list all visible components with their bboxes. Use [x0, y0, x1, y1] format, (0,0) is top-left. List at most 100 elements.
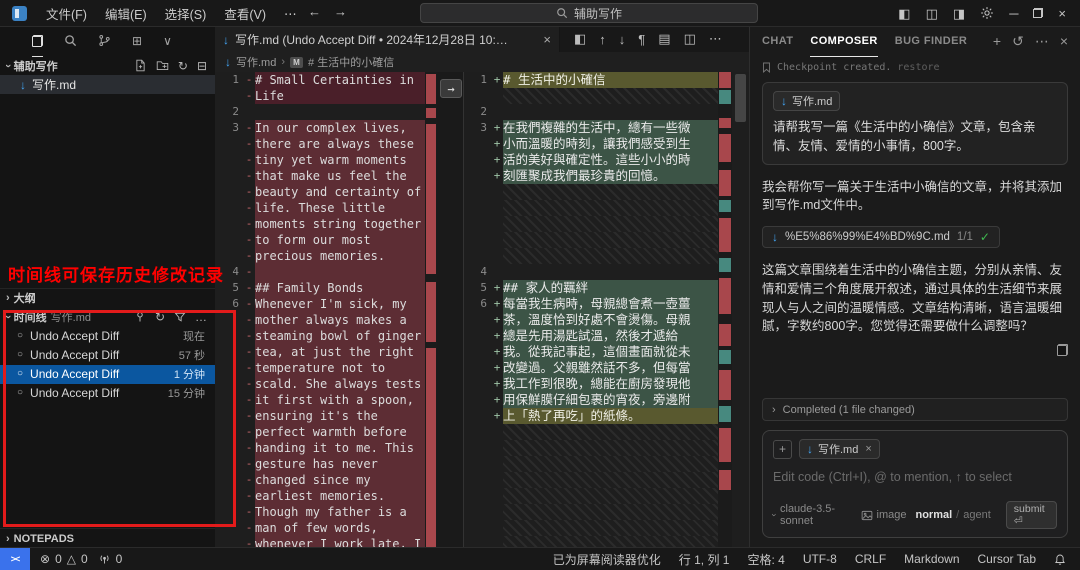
source-control-icon[interactable]: [98, 26, 111, 57]
line-text: tea, at just the right: [255, 344, 425, 360]
context-file-chip[interactable]: ↓ 写作.md: [773, 91, 841, 111]
outline-section-header[interactable]: › 大纲: [0, 287, 215, 308]
line-number: [463, 184, 491, 200]
next-change-icon[interactable]: ↓: [619, 32, 626, 47]
notepads-section-header[interactable]: › NOTEPADS: [0, 528, 215, 548]
context-file-chip[interactable]: ↓ 写作.md ×: [799, 439, 880, 459]
new-file-icon[interactable]: [134, 59, 147, 72]
close-panel-icon[interactable]: ×: [1060, 33, 1068, 49]
timeline-section-header[interactable]: › 时间线 写作.md ↻ …: [0, 308, 215, 327]
search-activity-icon[interactable]: [64, 26, 77, 57]
history-icon[interactable]: ↺: [1012, 33, 1024, 50]
editor-tab-diff[interactable]: ↓ 写作.md (Undo Accept Diff • 2024年12月28日 …: [215, 26, 560, 52]
diff-marker: -: [245, 169, 253, 182]
completed-status-bar[interactable]: › Completed (1 file changed): [762, 398, 1068, 421]
menu-item[interactable]: 选择(S): [156, 0, 216, 26]
menu-item[interactable]: 查看(V): [215, 0, 275, 26]
menu-item[interactable]: 文件(F): [37, 0, 96, 26]
status-item[interactable]: UTF-8: [803, 552, 837, 566]
bell-icon[interactable]: [1054, 553, 1066, 566]
new-folder-icon[interactable]: [156, 59, 169, 72]
tab-chat[interactable]: CHAT: [762, 26, 793, 57]
ports-status[interactable]: 0: [98, 552, 122, 566]
more-actions-icon[interactable]: ⋯: [1035, 33, 1049, 50]
timeline-item[interactable]: ○ Undo Accept Diff 15 分钟: [0, 384, 215, 403]
ruler-mark-deleted: [426, 108, 436, 118]
ruler-mark-deleted: [719, 428, 731, 462]
composer-placeholder[interactable]: Edit code (Ctrl+I), @ to mention, ↑ to s…: [773, 470, 1057, 484]
file-item-selected[interactable]: ↓ 写作.md: [0, 75, 215, 94]
more-actions-icon[interactable]: …: [195, 310, 207, 324]
scrollbar-thumb[interactable]: [735, 74, 746, 122]
pin-icon[interactable]: [134, 311, 146, 323]
nav-forward-icon[interactable]: →: [334, 4, 347, 19]
line-text: [503, 104, 718, 120]
remote-indicator[interactable]: ><: [0, 548, 30, 570]
edited-file-pill[interactable]: ↓ %E5%86%99%E4%BD%9C.md 1/1 ✓: [762, 226, 1000, 248]
diff-marker: -: [245, 297, 253, 310]
collapse-all-icon[interactable]: ⊟: [197, 59, 207, 73]
mode-toggle[interactable]: normal / agent: [915, 509, 990, 521]
tab-bug-finder[interactable]: BUG FINDER: [895, 26, 967, 57]
model-selector[interactable]: › claude-3.5-sonnet: [770, 503, 852, 527]
new-chat-icon[interactable]: +: [993, 33, 1001, 49]
diff-row: - scald. She always tests: [215, 376, 425, 392]
composer-input-box[interactable]: + ↓ 写作.md × Edit code (Ctrl+I), @ to men…: [762, 430, 1068, 538]
submit-button[interactable]: submit ⏎: [1005, 501, 1057, 529]
toggle-sidebar-left-icon[interactable]: ◧: [898, 7, 910, 20]
line-text: 每當我生病時，母親總會煮一壺薑: [503, 296, 718, 312]
timeline-item[interactable]: ○ Undo Accept Diff 57 秒: [0, 346, 215, 365]
mode-normal[interactable]: normal: [915, 509, 952, 521]
status-item[interactable]: Markdown: [904, 552, 959, 566]
status-item[interactable]: Cursor Tab: [978, 552, 1036, 566]
close-window-button[interactable]: ×: [1058, 7, 1066, 20]
timeline-item[interactable]: ○ Undo Accept Diff 1 分钟: [0, 364, 215, 384]
mode-agent[interactable]: agent: [963, 509, 991, 521]
previous-change-icon[interactable]: ↑: [599, 32, 606, 47]
more-views-chevron-icon[interactable]: ∨: [163, 26, 172, 57]
timeline-section-label: 时间线: [13, 312, 47, 325]
chip-label: 写作.md: [792, 96, 833, 108]
breadcrumb-symbol[interactable]: # 生活中的小確信: [308, 54, 394, 70]
open-preview-icon[interactable]: ▤: [658, 31, 670, 47]
close-tab-icon[interactable]: ×: [543, 32, 551, 47]
inline-view-toggle-icon[interactable]: ◧: [574, 31, 586, 47]
whitespace-toggle-icon[interactable]: ¶: [638, 32, 645, 47]
tab-composer[interactable]: COMPOSER: [810, 26, 878, 57]
attach-image-button[interactable]: image: [861, 509, 906, 521]
gear-icon[interactable]: [980, 6, 994, 20]
breadcrumb-file[interactable]: 写作.md: [236, 54, 276, 70]
extensions-icon[interactable]: ⊞: [132, 26, 142, 57]
explorer-section-header[interactable]: › 辅助写作 ↻ ⊟: [0, 56, 215, 75]
copy-icon[interactable]: [1057, 344, 1068, 356]
command-center-search[interactable]: 辅助写作: [420, 3, 758, 23]
more-actions-icon[interactable]: ⋯: [709, 31, 722, 47]
menu-item[interactable]: ⋯: [275, 0, 306, 26]
explorer-activity-icon[interactable]: [32, 26, 43, 57]
restore-button[interactable]: [1033, 8, 1044, 18]
status-item[interactable]: 已为屏幕阅读器优化: [553, 551, 661, 568]
status-item[interactable]: CRLF: [855, 552, 886, 566]
nav-back-icon[interactable]: ←: [308, 4, 321, 19]
check-icon: ✓: [979, 230, 990, 244]
revert-change-button[interactable]: →: [440, 79, 462, 98]
diff-row: 5- ## Family Bonds: [215, 280, 425, 296]
toggle-sidebar-right-icon[interactable]: ◨: [953, 7, 965, 20]
line-number: [463, 376, 491, 392]
toggle-panel-icon[interactable]: ◫: [926, 7, 938, 20]
split-editor-icon[interactable]: ◫: [684, 31, 696, 47]
status-item[interactable]: 行 1, 列 1: [679, 551, 730, 568]
add-context-button[interactable]: +: [773, 439, 792, 459]
timeline-item[interactable]: ○ Undo Accept Diff 现在: [0, 327, 215, 346]
refresh-icon[interactable]: ↻: [178, 59, 188, 73]
problems-status[interactable]: ⊗ 0 △ 0: [40, 552, 88, 566]
checkpoint-restore-link[interactable]: restore: [897, 62, 939, 73]
menu-item[interactable]: 编辑(E): [96, 0, 156, 26]
diff-row: - it first with a spoon,: [215, 392, 425, 408]
minimize-button[interactable]: ─: [1009, 7, 1018, 20]
filter-icon[interactable]: [174, 311, 186, 323]
status-item[interactable]: 空格: 4: [747, 551, 784, 568]
editor-scrollbar[interactable]: [732, 72, 750, 548]
refresh-icon[interactable]: ↻: [155, 310, 165, 324]
remove-chip-icon[interactable]: ×: [865, 443, 871, 455]
